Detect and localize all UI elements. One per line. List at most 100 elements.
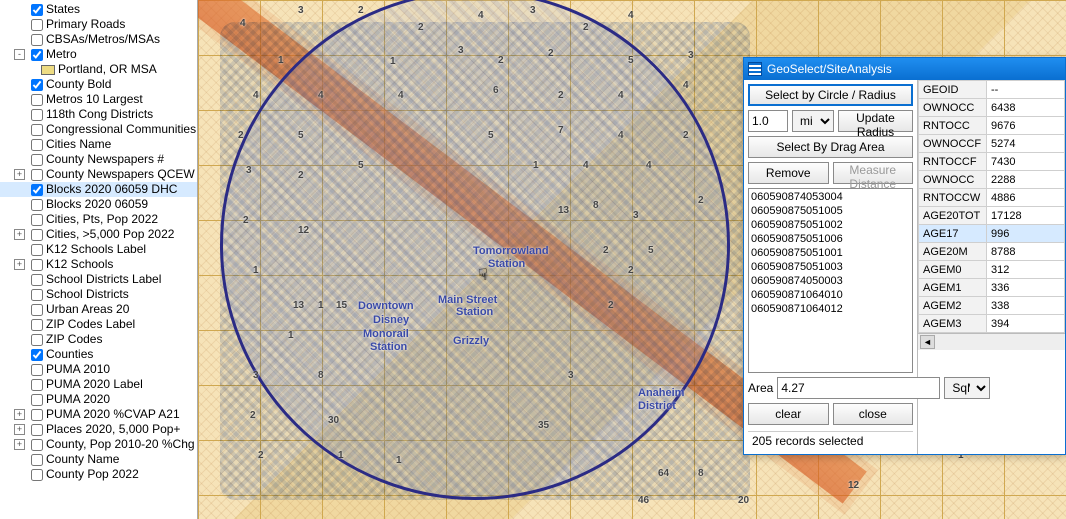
remove-button[interactable]: Remove <box>748 162 829 184</box>
layer-tree[interactable]: StatesPrimary RoadsCBSAs/Metros/MSAs-Met… <box>0 0 198 519</box>
layer-checkbox[interactable] <box>31 319 43 331</box>
layer-checkbox[interactable] <box>31 184 43 196</box>
geoid-item[interactable]: 060590875051005 <box>751 204 910 218</box>
geoid-item[interactable]: 060590871064012 <box>751 302 910 316</box>
layer-checkbox[interactable] <box>31 154 43 166</box>
layer-checkbox[interactable] <box>31 49 43 61</box>
expand-icon[interactable]: + <box>14 259 25 270</box>
geoid-item[interactable]: 060590874050003 <box>751 274 910 288</box>
layer-checkbox[interactable] <box>31 454 43 466</box>
table-row[interactable]: GEOID-- <box>919 81 1065 99</box>
layer-checkbox[interactable] <box>31 34 43 46</box>
update-radius-button[interactable]: Update Radius <box>838 110 913 132</box>
layer-item[interactable]: ZIP Codes <box>0 332 197 347</box>
expand-icon[interactable]: - <box>14 49 25 60</box>
layer-item[interactable]: +PUMA 2020 %CVAP A21 <box>0 407 197 422</box>
layer-item[interactable]: PUMA 2020 <box>0 392 197 407</box>
table-row[interactable]: AGE20TOT17128 <box>919 207 1065 225</box>
expand-icon[interactable]: + <box>14 439 25 450</box>
clear-button[interactable]: clear <box>748 403 829 425</box>
table-row[interactable]: RNTOCCW4886 <box>919 189 1065 207</box>
table-row[interactable]: OWNOCC2288 <box>919 171 1065 189</box>
layer-item[interactable]: 118th Cong Districts <box>0 107 197 122</box>
layer-item[interactable]: PUMA 2020 Label <box>0 377 197 392</box>
expand-icon[interactable]: + <box>14 169 25 180</box>
layer-item[interactable]: School Districts Label <box>0 272 197 287</box>
expand-icon[interactable]: + <box>14 229 25 240</box>
layer-item[interactable]: +K12 Schools <box>0 257 197 272</box>
layer-item[interactable]: Cities Name <box>0 137 197 152</box>
layer-checkbox[interactable] <box>31 274 43 286</box>
layer-item[interactable]: School Districts <box>0 287 197 302</box>
layer-item[interactable]: Metros 10 Largest <box>0 92 197 107</box>
layer-item[interactable]: -Metro <box>0 47 197 62</box>
results-table[interactable]: GEOID--OWNOCC6438RNTOCC9676OWNOCCF5274RN… <box>918 80 1065 333</box>
geoid-item[interactable]: 060590875051006 <box>751 232 910 246</box>
layer-item[interactable]: Portland, OR MSA <box>0 62 197 77</box>
layer-checkbox[interactable] <box>31 364 43 376</box>
layer-item[interactable]: CBSAs/Metros/MSAs <box>0 32 197 47</box>
layer-checkbox[interactable] <box>31 109 43 121</box>
geoid-item[interactable]: 060590875051003 <box>751 260 910 274</box>
layer-item[interactable]: County Pop 2022 <box>0 467 197 482</box>
table-row[interactable]: AGEM3394 <box>919 315 1065 333</box>
layer-item[interactable]: +Places 2020, 5,000 Pop+ <box>0 422 197 437</box>
layer-checkbox[interactable] <box>31 469 43 481</box>
geoid-listbox[interactable]: 0605908740530040605908750510050605908750… <box>748 188 913 373</box>
layer-item[interactable]: States <box>0 2 197 17</box>
layer-item[interactable]: +Cities, >5,000 Pop 2022 <box>0 227 197 242</box>
layer-checkbox[interactable] <box>31 94 43 106</box>
layer-checkbox[interactable] <box>31 229 43 241</box>
geoid-item[interactable]: 060590871064010 <box>751 288 910 302</box>
layer-item[interactable]: K12 Schools Label <box>0 242 197 257</box>
layer-item[interactable]: ZIP Codes Label <box>0 317 197 332</box>
table-row[interactable]: AGEM0312 <box>919 261 1065 279</box>
layer-checkbox[interactable] <box>31 139 43 151</box>
expand-icon[interactable]: + <box>14 409 25 420</box>
layer-item[interactable]: Urban Areas 20 <box>0 302 197 317</box>
layer-item[interactable]: Congressional Communities <box>0 122 197 137</box>
layer-item[interactable]: +County Newspapers QCEW <box>0 167 197 182</box>
radius-unit-select[interactable]: mi <box>792 110 834 132</box>
expand-icon[interactable]: + <box>14 424 25 435</box>
table-row[interactable]: AGEM1336 <box>919 279 1065 297</box>
layer-checkbox[interactable] <box>31 349 43 361</box>
table-row[interactable]: OWNOCCF5274 <box>919 135 1065 153</box>
layer-checkbox[interactable] <box>31 4 43 16</box>
geoid-item[interactable]: 060590875051001 <box>751 246 910 260</box>
table-row[interactable]: AGE17996 <box>919 225 1065 243</box>
geoid-item[interactable]: 060590874053004 <box>751 190 910 204</box>
select-by-drag-button[interactable]: Select By Drag Area <box>748 136 913 158</box>
table-row[interactable]: RNTOCCF7430 <box>919 153 1065 171</box>
layer-item[interactable]: Counties <box>0 347 197 362</box>
area-value-input[interactable] <box>777 377 940 399</box>
layer-item[interactable]: County Newspapers # <box>0 152 197 167</box>
layer-checkbox[interactable] <box>31 79 43 91</box>
layer-checkbox[interactable] <box>31 394 43 406</box>
layer-item[interactable]: +County, Pop 2010-20 %Chg <box>0 437 197 452</box>
layer-checkbox[interactable] <box>31 289 43 301</box>
layer-checkbox[interactable] <box>31 19 43 31</box>
table-row[interactable]: AGEM2338 <box>919 297 1065 315</box>
layer-checkbox[interactable] <box>31 439 43 451</box>
layer-checkbox[interactable] <box>31 199 43 211</box>
layer-item[interactable]: PUMA 2010 <box>0 362 197 377</box>
layer-checkbox[interactable] <box>31 124 43 136</box>
layer-checkbox[interactable] <box>31 214 43 226</box>
table-row[interactable]: OWNOCC6438 <box>919 99 1065 117</box>
layer-checkbox[interactable] <box>31 244 43 256</box>
layer-item[interactable]: Cities, Pts, Pop 2022 <box>0 212 197 227</box>
layer-checkbox[interactable] <box>31 259 43 271</box>
layer-item[interactable]: Blocks 2020 06059 DHC <box>0 182 197 197</box>
layer-checkbox[interactable] <box>31 304 43 316</box>
layer-checkbox[interactable] <box>31 424 43 436</box>
layer-item[interactable]: Primary Roads <box>0 17 197 32</box>
layer-checkbox[interactable] <box>31 169 43 181</box>
table-row[interactable]: RNTOCC9676 <box>919 117 1065 135</box>
table-row[interactable]: AGE20M8788 <box>919 243 1065 261</box>
layer-item[interactable]: County Name <box>0 452 197 467</box>
table-hscroll[interactable]: ◄ <box>918 333 1065 350</box>
close-button[interactable]: close <box>833 403 914 425</box>
layer-checkbox[interactable] <box>31 409 43 421</box>
geoid-item[interactable]: 060590875051002 <box>751 218 910 232</box>
